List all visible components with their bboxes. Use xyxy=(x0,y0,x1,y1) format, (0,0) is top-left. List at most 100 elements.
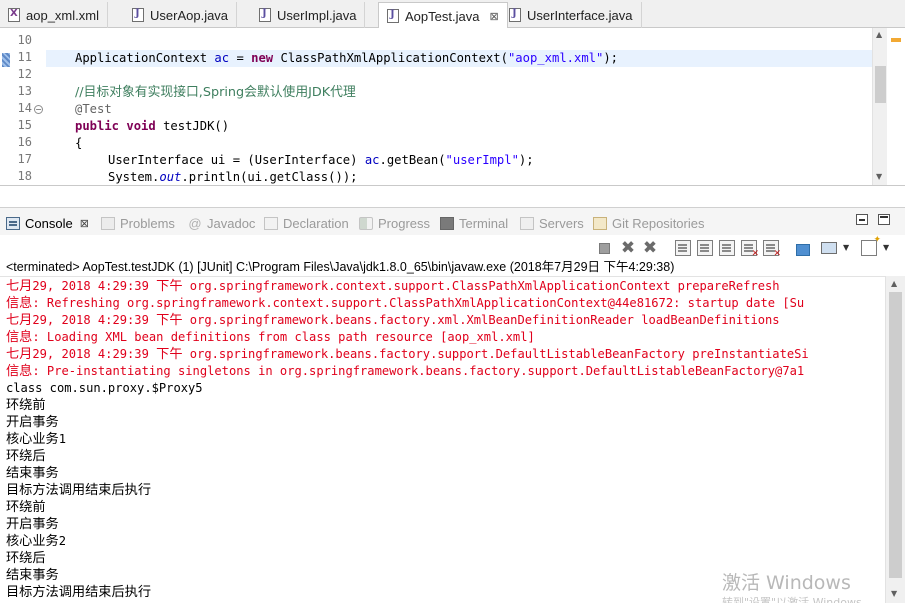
scroll-up-icon[interactable]: ▲ xyxy=(891,279,897,288)
tab-servers[interactable]: Servers xyxy=(520,213,584,233)
console-line: 核心业务2 xyxy=(6,534,67,549)
line-number: 18 xyxy=(17,169,32,183)
console-vertical-scrollbar[interactable]: ▲ ▼ xyxy=(885,276,905,603)
tab-progress[interactable]: Progress xyxy=(359,213,430,233)
tab-label: aop_xml.xml xyxy=(26,7,99,23)
tab-label: Servers xyxy=(539,215,584,231)
tab-problems[interactable]: Problems xyxy=(101,213,175,233)
code-line: //目标对象有实现接口,Spring会默认使用JDK代理 xyxy=(75,85,356,100)
scroll-up-icon[interactable]: ▲ xyxy=(876,30,882,39)
scrollbar-thumb[interactable] xyxy=(875,66,886,103)
console-line: 环绕前 xyxy=(6,500,46,515)
progress-icon xyxy=(359,216,373,230)
display-console-button[interactable] xyxy=(821,242,837,254)
tab-label: AopTest.java xyxy=(405,8,480,24)
tab-userimpl-java[interactable]: UserImpl.java xyxy=(251,2,366,28)
problems-icon xyxy=(101,216,115,230)
tab-label: Problems xyxy=(120,215,175,231)
console-icon xyxy=(6,216,20,230)
code-line: UserInterface ui = (UserInterface) ac.ge… xyxy=(108,153,534,167)
console-line: class com.sun.proxy.$Proxy5 xyxy=(6,381,203,395)
console-line: 开启事务 xyxy=(6,517,59,532)
remove-all-terminated-button[interactable]: ✖ xyxy=(642,240,658,257)
code-line-current: ApplicationContext ac = new ClassPathXml… xyxy=(46,50,872,67)
windows-activation-subtitle: 转到"设置"以激活 Windows。 xyxy=(722,596,873,603)
tab-label: Terminal xyxy=(459,215,509,231)
close-icon[interactable]: ⊠ xyxy=(489,10,498,23)
terminate-button[interactable] xyxy=(599,243,610,254)
tab-declaration[interactable]: Declaration xyxy=(264,213,349,233)
console-line: 环绕前 xyxy=(6,398,46,413)
code-editor[interactable]: 10 11 12 13 14 − 15 16 17 18 Application… xyxy=(0,28,905,186)
tab-git-repositories[interactable]: Git Repositories xyxy=(593,213,704,233)
chevron-down-icon[interactable]: ▼ xyxy=(843,240,859,256)
tab-console[interactable]: Console ⊠ xyxy=(6,213,89,233)
tab-label: UserImpl.java xyxy=(277,7,357,23)
code-line: public void testJDK() xyxy=(75,119,230,133)
console-line: 开启事务 xyxy=(6,415,59,430)
close-icon[interactable]: ⊠ xyxy=(80,217,89,230)
minimize-button[interactable] xyxy=(856,214,868,225)
console-line: 七月29, 2018 4:29:39 下午 org.springframewor… xyxy=(6,347,809,362)
console-line: 环绕后 xyxy=(6,551,46,566)
annotation-ruler xyxy=(0,28,10,185)
line-number: 14 xyxy=(17,101,32,115)
scroll-down-icon[interactable]: ▼ xyxy=(891,589,897,598)
occurrence-marker xyxy=(2,53,10,67)
tab-javadoc[interactable]: @ Javadoc xyxy=(188,213,255,233)
console-toolbar: ✖ ✖ ▼ ▼ xyxy=(595,235,905,259)
show-on-stderr-button[interactable] xyxy=(741,240,759,259)
line-number: 13 xyxy=(17,84,32,98)
remove-launch-button[interactable]: ✖ xyxy=(620,240,636,257)
overview-ruler[interactable] xyxy=(887,28,905,185)
console-line: 核心业务1 xyxy=(6,432,67,447)
git-repositories-icon xyxy=(593,216,607,230)
show-on-stdout-button[interactable] xyxy=(763,240,781,259)
console-line: 信息: Pre-instantiating singletons in org.… xyxy=(6,364,805,379)
scroll-lock-button[interactable] xyxy=(697,240,713,256)
tab-aoptest-java[interactable]: AopTest.java ⊠ xyxy=(378,2,508,29)
scroll-down-icon[interactable]: ▼ xyxy=(876,172,882,181)
tab-label: UserInterface.java xyxy=(527,7,633,23)
pin-console-button[interactable] xyxy=(795,240,810,256)
console-line: 七月29, 2018 4:29:39 下午 org.springframewor… xyxy=(6,313,780,328)
java-file-icon xyxy=(259,8,271,22)
tab-label: Declaration xyxy=(283,215,349,231)
console-line: 信息: Refreshing org.springframework.conte… xyxy=(6,296,805,311)
chevron-down-icon[interactable]: ▼ xyxy=(883,240,899,256)
line-number: 12 xyxy=(17,67,32,81)
javadoc-icon: @ xyxy=(188,215,202,231)
tab-label: Git Repositories xyxy=(612,215,705,231)
word-wrap-button[interactable] xyxy=(719,240,735,256)
console-line: 目标方法调用结束后执行 xyxy=(6,483,152,498)
scrollbar-thumb[interactable] xyxy=(889,292,902,578)
tab-label: Javadoc xyxy=(207,215,256,231)
tab-aop-xml[interactable]: aop_xml.xml xyxy=(0,2,108,28)
tab-userinterface-java[interactable]: UserInterface.java xyxy=(501,2,642,28)
console-status: <terminated> AopTest.testJDK (1) [JUnit]… xyxy=(6,260,675,274)
line-number: 11 xyxy=(17,50,32,64)
editor-vertical-scrollbar[interactable]: ▲ ▼ xyxy=(872,28,887,185)
code-line: { xyxy=(75,136,83,150)
tab-useraop-java[interactable]: UserAop.java xyxy=(124,2,238,28)
warning-marker[interactable] xyxy=(891,38,901,42)
line-number: 15 xyxy=(17,118,32,132)
tab-terminal[interactable]: Terminal xyxy=(440,213,508,233)
line-number-gutter: 10 11 12 13 14 − 15 16 17 18 xyxy=(10,28,46,185)
view-tab-bar: Console ⊠ Problems @ Javadoc Declaration… xyxy=(0,207,905,235)
clear-console-button[interactable] xyxy=(675,240,691,256)
xml-file-icon xyxy=(8,8,20,22)
fold-toggle-icon[interactable]: − xyxy=(34,105,43,114)
line-number: 16 xyxy=(17,135,32,149)
terminal-icon xyxy=(440,216,454,230)
java-file-icon xyxy=(132,8,144,22)
console-output[interactable]: 七月29, 2018 4:29:39 下午 org.springframewor… xyxy=(0,276,885,603)
line-number: 10 xyxy=(17,33,32,47)
open-console-button[interactable] xyxy=(861,235,881,256)
maximize-button[interactable] xyxy=(878,214,890,225)
windows-activation-watermark: 激活 Windows xyxy=(722,572,851,594)
tab-label: UserAop.java xyxy=(150,7,229,23)
code-area[interactable]: ApplicationContext ac = new ClassPathXml… xyxy=(46,28,872,185)
